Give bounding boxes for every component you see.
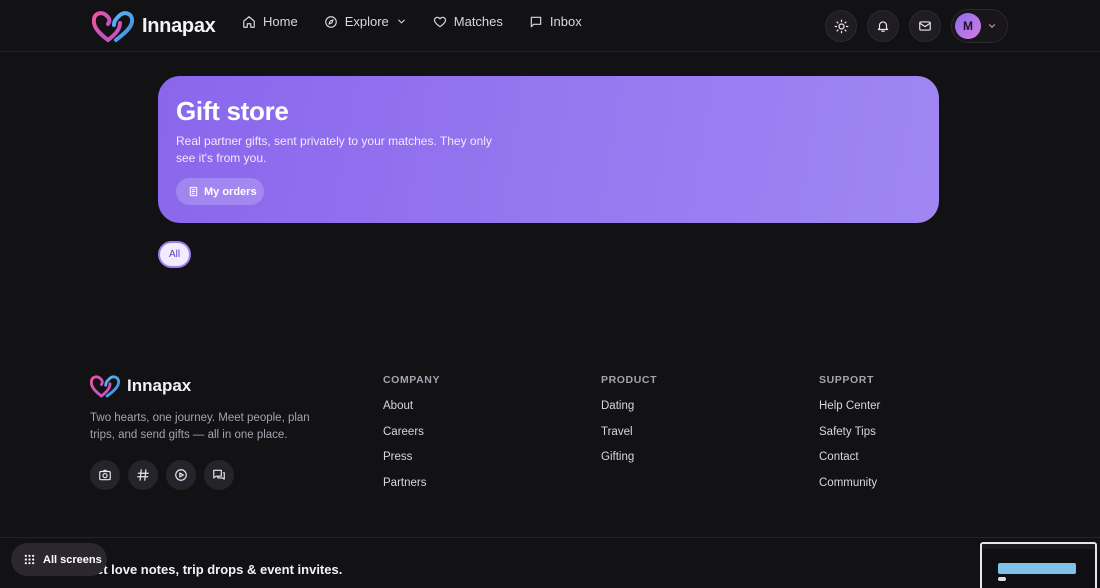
- thumbnail-chip: [998, 577, 1006, 581]
- user-menu-button[interactable]: M: [951, 9, 1008, 43]
- chat-button[interactable]: [204, 460, 234, 490]
- nav-inbox[interactable]: Inbox: [529, 14, 582, 29]
- avatar: M: [955, 13, 981, 39]
- main-nav: Home Explore Matches Inbox: [242, 14, 582, 29]
- footer-divider: [0, 537, 1100, 538]
- footer-column-support: SUPPORT Help Center Safety Tips Contact …: [819, 374, 880, 502]
- theme-toggle-button[interactable]: [825, 10, 857, 42]
- compass-icon: [324, 15, 337, 28]
- play-icon: [175, 469, 187, 481]
- nav-inbox-label: Inbox: [549, 14, 582, 29]
- hashtag-icon: [137, 469, 149, 481]
- heart-icon: [433, 16, 446, 27]
- footer-link-gifting[interactable]: Gifting: [601, 451, 657, 477]
- footer-brand[interactable]: Innapax: [90, 373, 191, 399]
- footer-description: Two hearts, one journey. Meet people, pl…: [90, 412, 310, 441]
- mail-icon: [919, 21, 931, 31]
- gift-store-banner: Gift store Real partner gifts, sent priv…: [158, 76, 939, 223]
- nav-explore-label: Explore: [344, 14, 389, 29]
- bell-icon: [877, 21, 889, 32]
- footer-link-about[interactable]: About: [383, 400, 440, 426]
- footer-column-title: PRODUCT: [601, 374, 658, 386]
- all-screens-button[interactable]: All screens: [11, 543, 107, 576]
- nav-explore[interactable]: Explore: [324, 14, 407, 29]
- grid-icon: [24, 554, 35, 565]
- thumbnail-header: [982, 544, 1095, 549]
- newsletter-heading: et love notes, trip drops & event invite…: [96, 562, 343, 577]
- footer-link-travel[interactable]: Travel: [601, 426, 657, 452]
- notifications-button[interactable]: [867, 10, 899, 42]
- mail-button[interactable]: [909, 10, 941, 42]
- nav-home[interactable]: Home: [242, 14, 298, 29]
- video-button[interactable]: [166, 460, 196, 490]
- footer-brand-name: Innapax: [127, 376, 192, 395]
- chevron-down-icon: [397, 19, 405, 24]
- hashtag-button[interactable]: [128, 460, 158, 490]
- chat-icon: [213, 469, 225, 480]
- footer-column-company: COMPANY About Careers Press Partners: [383, 374, 440, 502]
- all-screens-label: All screens: [43, 553, 102, 566]
- thumbnail-banner: [998, 563, 1076, 574]
- screen-thumbnail[interactable]: [980, 542, 1097, 588]
- nav-home-label: Home: [263, 14, 298, 29]
- page-title: Gift store: [176, 96, 289, 126]
- camera-icon: [99, 469, 111, 481]
- footer-column-title: COMPANY: [383, 374, 441, 386]
- brand-logo[interactable]: Innapax: [92, 9, 216, 43]
- header-actions: M: [825, 9, 1008, 43]
- page-subtitle: Real partner gifts, sent privately to yo…: [176, 134, 492, 165]
- footer-link-contact[interactable]: Contact: [819, 451, 880, 477]
- heart-logo-icon: [90, 375, 120, 398]
- footer-link-community[interactable]: Community: [819, 477, 880, 503]
- chevron-down-icon: [989, 24, 995, 28]
- footer-link-safety-tips[interactable]: Safety Tips: [819, 426, 880, 452]
- footer-link-partners[interactable]: Partners: [383, 477, 440, 503]
- social-links: [90, 460, 234, 490]
- filter-chip-all[interactable]: All: [158, 241, 191, 268]
- footer-link-help-center[interactable]: Help Center: [819, 400, 880, 426]
- footer-link-press[interactable]: Press: [383, 451, 440, 477]
- brand-name: Innapax: [142, 14, 216, 37]
- footer-column-product: PRODUCT Dating Travel Gifting: [601, 374, 657, 477]
- nav-matches[interactable]: Matches: [433, 14, 503, 29]
- footer-link-dating[interactable]: Dating: [601, 400, 657, 426]
- receipt-icon: [189, 186, 198, 197]
- sun-icon: [834, 19, 848, 33]
- instagram-button[interactable]: [90, 460, 120, 490]
- nav-matches-label: Matches: [453, 14, 503, 29]
- my-orders-button[interactable]: My orders: [176, 178, 264, 205]
- home-icon: [243, 15, 255, 28]
- message-icon: [530, 16, 542, 27]
- top-header: Innapax Home Explore Matches Inbox M: [0, 0, 1100, 52]
- my-orders-label: My orders: [204, 185, 257, 198]
- footer-link-careers[interactable]: Careers: [383, 426, 440, 452]
- heart-logo-icon: [92, 11, 134, 42]
- footer-column-title: SUPPORT: [819, 374, 874, 386]
